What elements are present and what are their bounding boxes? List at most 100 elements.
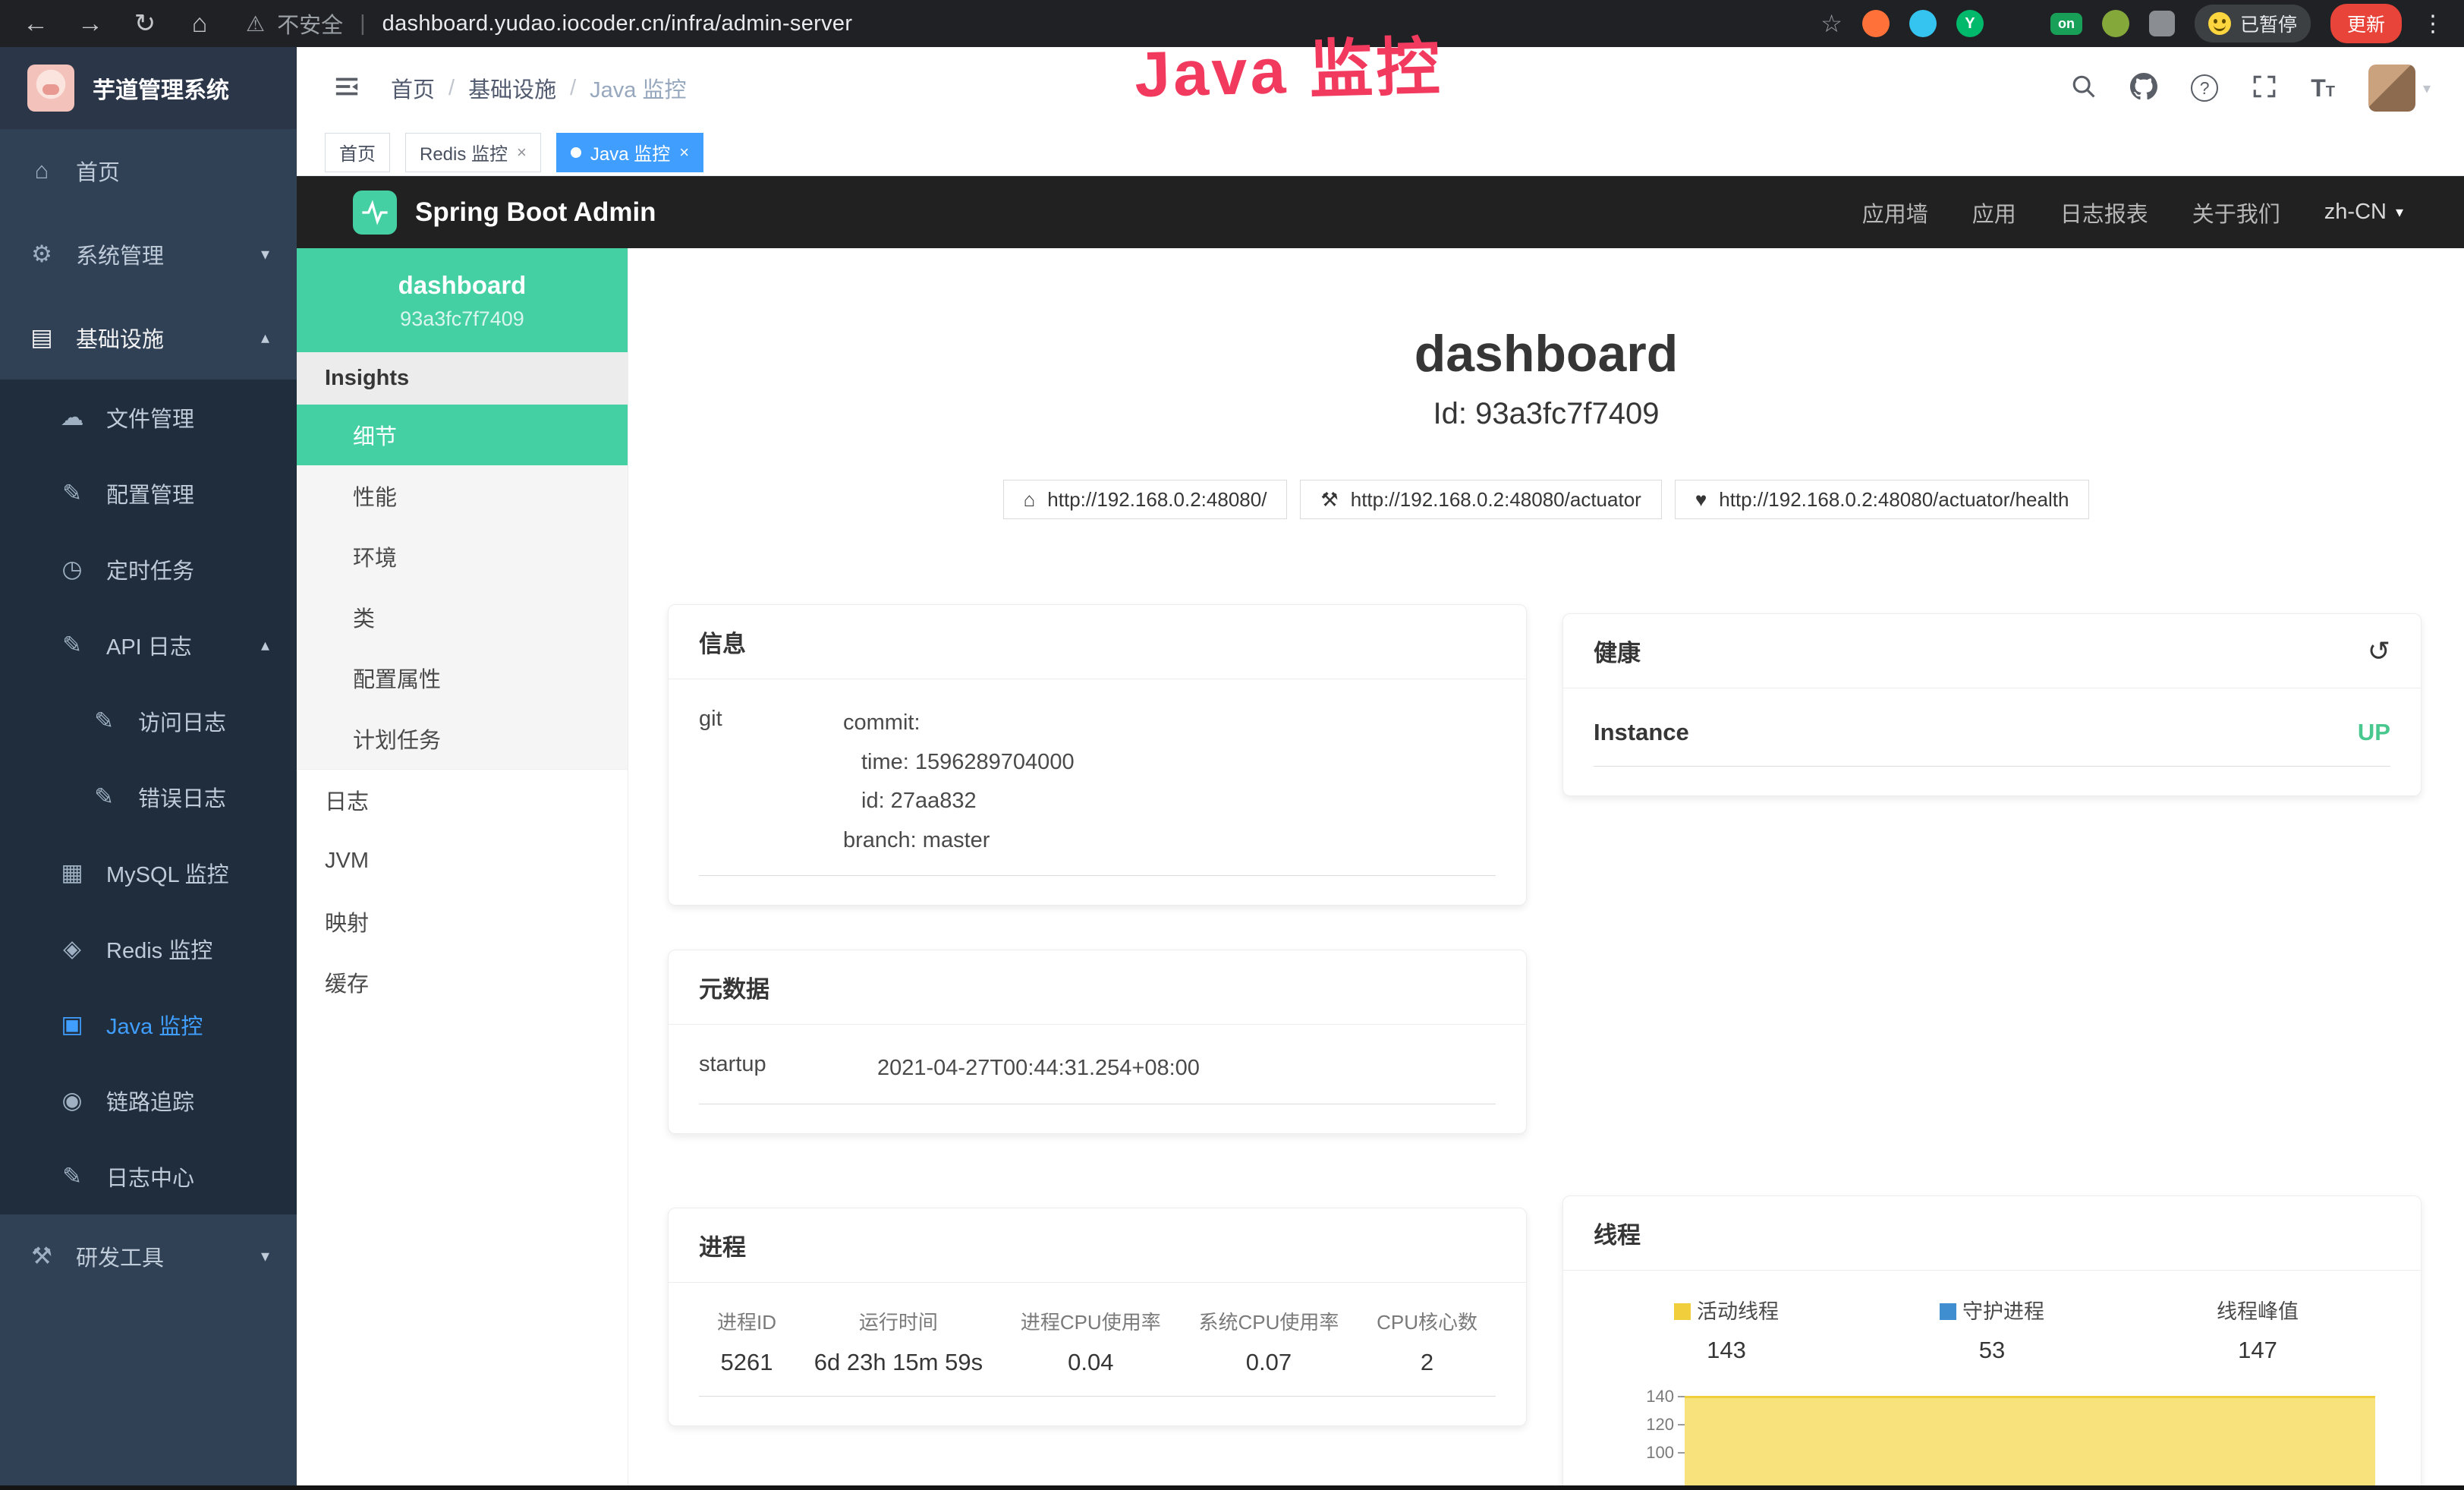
sidebar-item-log-center[interactable]: ✎ 日志中心: [0, 1139, 297, 1214]
sba-insights-group: 细节 性能 环境 类 配置属性 计划任务: [297, 405, 628, 770]
tab-java-monitor[interactable]: Java 监控 ×: [556, 133, 703, 172]
sba-item-logs[interactable]: 日志: [297, 770, 628, 830]
sidebar-item-api-log[interactable]: ✎ API 日志 ▴: [0, 607, 297, 683]
history-icon[interactable]: ↺: [2368, 635, 2390, 667]
extension-drop-icon[interactable]: [1909, 10, 1937, 37]
sba-language-value: zh-CN: [2324, 200, 2387, 225]
sidebar-item-mysql[interactable]: ▦ MySQL 监控: [0, 835, 297, 911]
threads-legend: 活动线程 143 守护进程 53 线程峰值: [1594, 1295, 2390, 1364]
sidebar-item-devtools[interactable]: ⚒ 研发工具 ▾: [0, 1214, 297, 1298]
sidebar-item-system[interactable]: ⚙ 系统管理 ▾: [0, 213, 297, 296]
sidebar-item-infra[interactable]: ▤ 基础设施 ▴: [0, 296, 297, 380]
clock-icon: ◷: [58, 556, 87, 583]
breadcrumb-home[interactable]: 首页: [391, 72, 435, 104]
sba-item-environment[interactable]: 环境: [297, 526, 628, 587]
paused-badge[interactable]: 已暂停: [2195, 5, 2311, 43]
menu-kebab-icon[interactable]: ⋮: [2422, 11, 2444, 37]
extension-yuque-icon[interactable]: Y: [1956, 10, 1984, 37]
sidebar-item-error-log[interactable]: ✎ 错误日志: [0, 759, 297, 835]
sba-item-scheduled-tasks[interactable]: 计划任务: [297, 708, 628, 769]
font-size-icon[interactable]: TT: [2311, 74, 2335, 102]
breadcrumb-infra[interactable]: 基础设施: [468, 72, 556, 104]
back-icon[interactable]: ←: [20, 9, 52, 39]
sidebar-item-redis[interactable]: ◈ Redis 监控: [0, 911, 297, 987]
sba-nav-about[interactable]: 关于我们: [2192, 197, 2280, 228]
reload-icon[interactable]: ↻: [129, 8, 161, 39]
sidebar-item-tracing[interactable]: ◉ 链路追踪: [0, 1063, 297, 1139]
sidebar-item-config[interactable]: ✎ 配置管理: [0, 455, 297, 531]
breadcrumb-current: Java 监控: [590, 72, 686, 104]
github-icon[interactable]: [2130, 73, 2157, 104]
sba-brand[interactable]: Spring Boot Admin: [353, 191, 656, 235]
sba-item-metrics[interactable]: 性能: [297, 465, 628, 526]
sidebar-item-label: 错误日志: [138, 781, 269, 813]
search-icon[interactable]: [2071, 74, 2097, 103]
sba-instance-header[interactable]: dashboard 93a3fc7f7409: [297, 248, 628, 352]
close-icon[interactable]: ×: [517, 143, 527, 162]
address-divider: |: [360, 11, 366, 36]
card-process: 进程 进程ID 5261 运行时间: [668, 1208, 1527, 1426]
tab-label: Java 监控: [590, 139, 670, 165]
tab-home[interactable]: 首页: [325, 133, 390, 172]
process-col-label: 运行时间: [814, 1307, 983, 1335]
sba-item-jvm[interactable]: JVM: [297, 830, 628, 891]
git-id-line: id: 27aa832: [843, 782, 1075, 821]
sba-nav-applications[interactable]: 应用: [1972, 197, 2016, 228]
bookmark-star-icon[interactable]: ☆: [1820, 9, 1842, 38]
sba-nav-wall[interactable]: 应用墙: [1862, 197, 1928, 228]
sba-item-config-props[interactable]: 配置属性: [297, 647, 628, 708]
help-icon[interactable]: ?: [2191, 74, 2218, 102]
doc-icon: ✎: [90, 783, 118, 811]
info-key: git: [699, 704, 843, 860]
tab-redis-monitor[interactable]: Redis 监控 ×: [405, 133, 541, 172]
legend-square-yellow: [1674, 1303, 1691, 1320]
sba-item-details[interactable]: 细节: [297, 405, 628, 465]
screen-bottom-edge: [0, 1485, 2464, 1490]
extension-orange-icon[interactable]: [1862, 10, 1890, 37]
instance-link-health[interactable]: ♥ http://192.168.0.2:48080/actuator/heal…: [1675, 480, 2090, 519]
process-col: 运行时间 6d 23h 15m 59s: [814, 1307, 983, 1376]
sidebar-item-access-log[interactable]: ✎ 访问日志: [0, 683, 297, 759]
forward-icon[interactable]: →: [74, 9, 106, 39]
sidebar-item-jobs[interactable]: ◷ 定时任务: [0, 531, 297, 607]
tabs-bar: 首页 Redis 监控 × Java 监控 ×: [297, 129, 2464, 176]
extension-on-badge[interactable]: on: [2050, 13, 2082, 35]
sidebar-item-label: 日志中心: [106, 1161, 269, 1192]
instance-link-actuator[interactable]: ⚒ http://192.168.0.2:48080/actuator: [1300, 480, 1661, 519]
sba-item-caches[interactable]: 缓存: [297, 952, 628, 1013]
user-menu[interactable]: ▾: [2368, 65, 2431, 112]
sidebar-menu: ⌂ 首页 ⚙ 系统管理 ▾ ▤ 基础设施 ▴ ☁ 文件管理 ✎ 配置管: [0, 129, 297, 1490]
legend-label: 活动线程: [1697, 1300, 1779, 1323]
update-button[interactable]: 更新: [2330, 4, 2402, 43]
url-text[interactable]: dashboard.yudao.iocoder.cn/infra/admin-s…: [382, 11, 853, 36]
instance-link-root[interactable]: ⌂ http://192.168.0.2:48080/: [1003, 480, 1288, 519]
sidebar-item-files[interactable]: ☁ 文件管理: [0, 380, 297, 455]
extensions-puzzle-icon[interactable]: [2149, 11, 2175, 36]
paused-label: 已暂停: [2240, 10, 2297, 37]
legend-value: 53: [1859, 1337, 2125, 1364]
card-process-body: 进程ID 5261 运行时间 6d 23h 15m 59s: [669, 1283, 1526, 1425]
sba-section-insights: Insights: [297, 352, 628, 405]
app-logo: [27, 65, 74, 112]
app-logo-bar[interactable]: 芋道管理系统: [0, 47, 297, 129]
health-instance-row: Instance UP: [1594, 713, 2390, 767]
header-actions: ? TT ▾: [2071, 65, 2431, 112]
chart-y-axis: 140 120 100: [1594, 1387, 1685, 1490]
close-icon[interactable]: ×: [679, 143, 689, 162]
cards-col-left: 信息 git commit: time: 1596289704000 id: 2…: [668, 604, 1527, 1426]
sba-nav-journal[interactable]: 日志报表: [2060, 197, 2148, 228]
sba-item-mappings[interactable]: 映射: [297, 891, 628, 952]
home-icon[interactable]: ⌂: [184, 9, 216, 39]
sidebar-item-home[interactable]: ⌂ 首页: [0, 129, 297, 213]
hamburger-fold-icon[interactable]: [332, 74, 362, 103]
fullscreen-icon[interactable]: [2252, 74, 2277, 103]
sba-language-select[interactable]: zh-CN ▾: [2324, 200, 2403, 225]
address-bar[interactable]: ⚠ 不安全 | dashboard.yudao.iocoder.cn/infra…: [246, 8, 852, 39]
app-frame: 芋道管理系统 ⌂ 首页 ⚙ 系统管理 ▾ ▤ 基础设施 ▴ ☁ 文件管理: [0, 47, 2464, 1490]
sba-body: dashboard 93a3fc7f7409 Insights 细节 性能 环境…: [297, 248, 2464, 1490]
sba-item-classes[interactable]: 类: [297, 587, 628, 647]
extension-leaf-icon[interactable]: [2102, 10, 2129, 37]
health-status-badge: UP: [2358, 719, 2390, 746]
sidebar-item-java-monitor[interactable]: ▣ Java 监控: [0, 987, 297, 1063]
gear-icon: ⚙: [27, 241, 56, 268]
